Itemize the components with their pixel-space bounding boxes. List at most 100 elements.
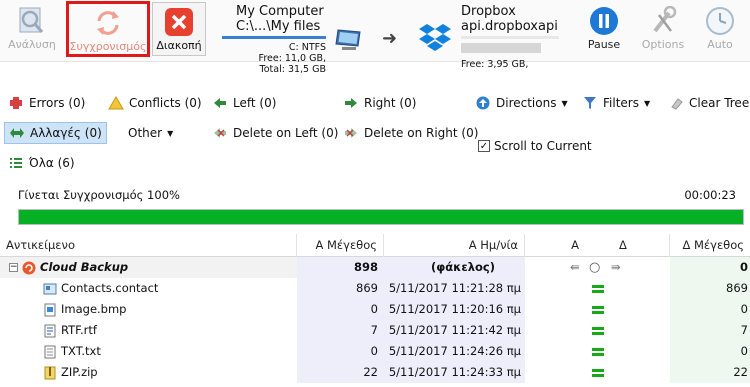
conflicts-filter[interactable]: Conflicts (0) bbox=[108, 93, 202, 113]
bidirectional-arrow-icon bbox=[9, 125, 25, 141]
folder-left-size: 898 bbox=[297, 257, 384, 278]
analyze-button[interactable]: Ανάλυση bbox=[3, 2, 61, 56]
progress-fill bbox=[19, 210, 743, 224]
abort-button[interactable]: Διακοπή bbox=[152, 2, 206, 56]
checkbox-checked-icon: ✓ bbox=[478, 140, 490, 152]
directions-dropdown[interactable]: Directions ▼ bbox=[475, 93, 568, 113]
copy-right-icon[interactable]: ⇛ bbox=[611, 257, 621, 278]
column-header-left-size[interactable]: Α Μέγεθος bbox=[297, 234, 384, 257]
eraser-icon bbox=[668, 95, 684, 111]
right-location-panel[interactable]: Dropbox api.dropboxapi.c Free: 3,95 GB, bbox=[461, 4, 561, 70]
auto-button[interactable]: Auto bbox=[700, 2, 740, 56]
file-left-date: 5/11/2017 11:24:33 πμ bbox=[384, 362, 525, 383]
delete-right-label: Delete on Right (0) bbox=[364, 126, 479, 140]
computer-icon bbox=[334, 28, 366, 57]
dropbox-icon bbox=[418, 22, 452, 57]
right-disk-usage-bar bbox=[461, 36, 559, 39]
left-filesystem: C: NTFS bbox=[288, 42, 326, 53]
equal-icon bbox=[592, 290, 604, 293]
column-header-left[interactable]: Α bbox=[525, 234, 585, 257]
left-filter[interactable]: Left (0) bbox=[212, 93, 276, 113]
file-right-size: 0 bbox=[670, 341, 750, 362]
equal-icon bbox=[592, 332, 604, 335]
sync-progress-bar bbox=[18, 209, 744, 225]
image-file-icon bbox=[43, 303, 57, 317]
synchronize-button[interactable]: Συγχρονισμός bbox=[66, 1, 150, 57]
wrench-screwdriver-icon bbox=[645, 4, 681, 38]
arrow-right-icon bbox=[343, 95, 359, 111]
options-label: Options bbox=[641, 38, 685, 51]
errors-filter-label: Errors (0) bbox=[29, 96, 86, 110]
file-right-size: 22 bbox=[670, 362, 750, 383]
scroll-to-current-checkbox[interactable]: ✓ Scroll to Current bbox=[478, 136, 592, 156]
right-location-title: Dropbox bbox=[461, 4, 516, 19]
folder-name: Cloud Backup bbox=[40, 260, 129, 274]
equal-icon bbox=[592, 369, 604, 372]
equal-icon bbox=[592, 353, 604, 356]
filter-panel: Errors (0) Conflicts (0) Left (0) Right … bbox=[0, 88, 750, 178]
elapsed-time: 00:00:23 bbox=[684, 188, 736, 202]
equal-icon bbox=[592, 374, 604, 377]
chevron-down-icon: ▼ bbox=[643, 98, 651, 108]
column-header-name[interactable]: Αντικείμενο bbox=[0, 234, 297, 257]
folder-right-size: 0 bbox=[670, 257, 750, 278]
pause-button[interactable]: Pause bbox=[582, 2, 626, 56]
delete-left-label: Delete on Left (0) bbox=[233, 126, 339, 140]
changes-filter[interactable]: Αλλαγές (0) bbox=[4, 122, 107, 144]
collapse-toggle-icon[interactable]: − bbox=[9, 263, 18, 272]
column-header-left-date[interactable]: Α Ημ/νία bbox=[384, 234, 525, 257]
table-row[interactable]: TXT.txt 0 5/11/2017 11:24:26 πμ 0 bbox=[0, 341, 750, 362]
left-location-panel[interactable]: My Computer C:\...\My files C: NTFS Free… bbox=[222, 4, 326, 75]
delete-left-filter[interactable]: Delete on Left (0) bbox=[212, 123, 338, 143]
file-action[interactable] bbox=[525, 278, 670, 299]
options-button[interactable]: Options bbox=[636, 2, 690, 56]
table-row[interactable]: Image.bmp 0 5/11/2017 11:20:16 πμ 0 bbox=[0, 299, 750, 320]
file-name: TXT.txt bbox=[61, 344, 101, 358]
errors-filter[interactable]: Errors (0) bbox=[8, 93, 85, 113]
right-filter[interactable]: Right (0) bbox=[343, 93, 416, 113]
directions-label: Directions bbox=[496, 96, 557, 110]
left-location-title: My Computer bbox=[236, 4, 324, 19]
equal-icon bbox=[592, 306, 604, 309]
file-left-date: 5/11/2017 11:21:28 πμ bbox=[384, 278, 525, 299]
equal-icon bbox=[592, 311, 604, 314]
arrow-left-icon bbox=[212, 95, 228, 111]
funnel-icon bbox=[582, 95, 598, 111]
file-right-size: 0 bbox=[670, 299, 750, 320]
clear-tree-label: Clear Tree bbox=[689, 96, 750, 110]
list-icon bbox=[8, 155, 24, 171]
equal-icon bbox=[592, 348, 604, 351]
clear-tree-button[interactable]: Clear Tree bbox=[668, 93, 749, 113]
pause-label: Pause bbox=[587, 38, 621, 51]
delete-right-icon bbox=[343, 125, 359, 141]
copy-left-icon[interactable]: ⇚ bbox=[570, 257, 580, 278]
rtf-file-icon bbox=[43, 324, 57, 338]
file-action[interactable] bbox=[525, 299, 670, 320]
file-action[interactable] bbox=[525, 341, 670, 362]
changes-filter-label: Αλλαγές (0) bbox=[30, 126, 102, 140]
delete-right-filter[interactable]: Delete on Right (0) bbox=[343, 123, 478, 143]
file-left-size: 22 bbox=[297, 362, 384, 383]
abort-label: Διακοπή bbox=[156, 39, 202, 52]
folder-actions: ⇚ ○ ⇛ bbox=[525, 257, 670, 278]
column-header-right-size[interactable]: Δ Μέγεθος bbox=[670, 234, 750, 257]
skip-circle-icon[interactable]: ○ bbox=[589, 257, 600, 278]
scroll-to-current-label: Scroll to Current bbox=[494, 139, 592, 153]
equal-icon bbox=[592, 327, 604, 330]
analyze-label: Ανάλυση bbox=[8, 38, 56, 51]
file-action[interactable] bbox=[525, 362, 670, 383]
folder-row[interactable]: − Cloud Backup 898 (φάκελος) ⇚ ○ ⇛ 0 bbox=[0, 257, 750, 278]
table-row[interactable]: RTF.rtf 7 5/11/2017 11:21:42 πμ 7 bbox=[0, 320, 750, 341]
table-row[interactable]: Contacts.contact 869 5/11/2017 11:21:28 … bbox=[0, 278, 750, 299]
all-filter[interactable]: Όλα (6) bbox=[8, 153, 75, 173]
column-header-right[interactable]: Δ bbox=[585, 234, 670, 257]
all-filter-label: Όλα (6) bbox=[29, 156, 75, 170]
equal-icon bbox=[592, 285, 604, 288]
file-right-size: 869 bbox=[670, 278, 750, 299]
file-action[interactable] bbox=[525, 320, 670, 341]
table-row[interactable]: ZIP.zip 22 5/11/2017 11:24:33 πμ 22 bbox=[0, 362, 750, 383]
left-filter-label: Left (0) bbox=[233, 96, 277, 110]
other-dropdown[interactable]: Other ▼ bbox=[128, 123, 173, 143]
filters-dropdown[interactable]: Filters ▼ bbox=[582, 93, 650, 113]
file-left-size: 869 bbox=[297, 278, 384, 299]
